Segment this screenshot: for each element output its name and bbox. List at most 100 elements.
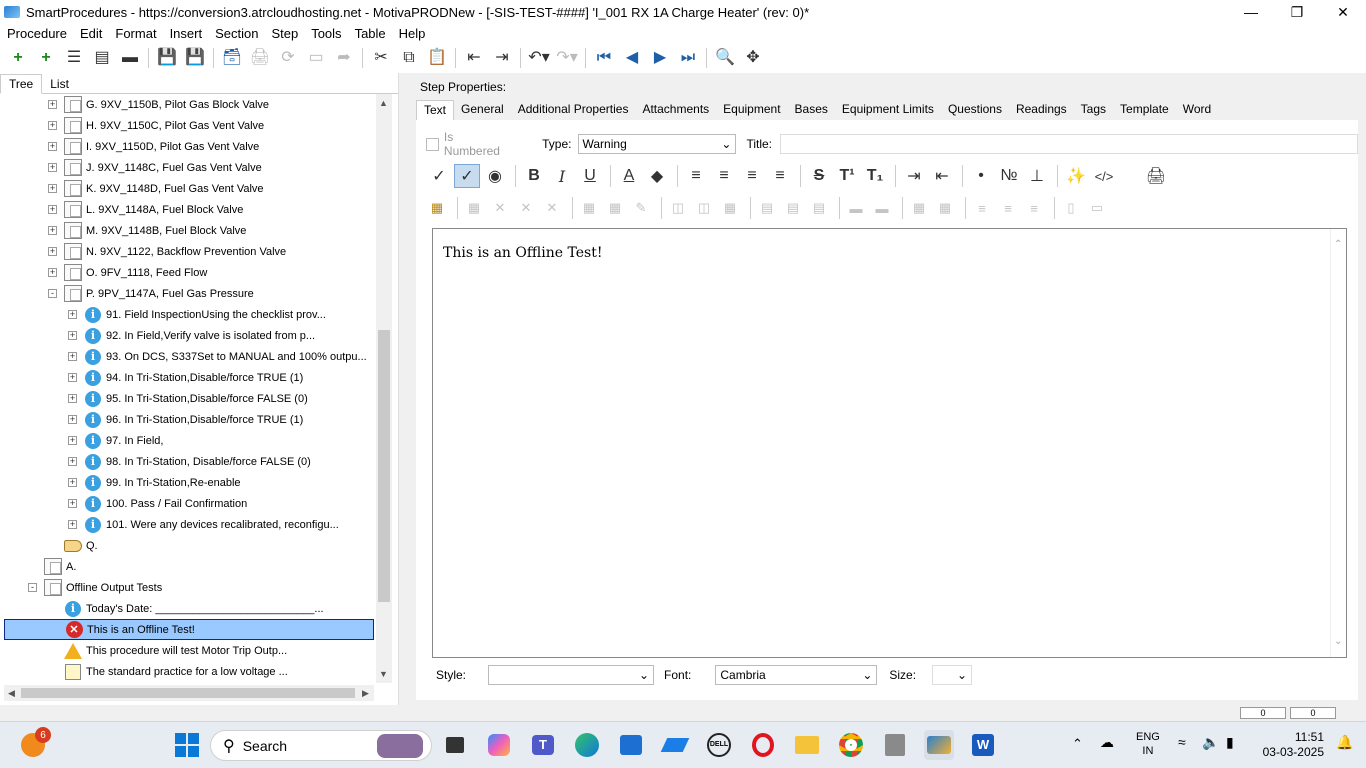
tree-node[interactable]: + i 95. In Tri-Station,Disable/force FALSE… — [4, 388, 308, 409]
procedure-tree[interactable]: + G. 9XV_1150B, Pilot Gas Block Valve + H. … — [4, 94, 376, 683]
smartprocedures-taskbar-icon[interactable] — [924, 730, 954, 760]
edge-icon[interactable] — [572, 730, 602, 760]
expand-icon[interactable]: + — [68, 436, 77, 445]
underline-icon[interactable]: U — [577, 164, 603, 188]
menu-tools[interactable]: Tools — [311, 26, 341, 41]
numbered-list-icon[interactable]: № — [996, 164, 1022, 188]
size-select[interactable]: ⌄ — [932, 665, 973, 685]
menu-format[interactable]: Format — [115, 26, 156, 41]
scroll-left-icon[interactable]: ◀ — [8, 688, 15, 699]
collapse-icon[interactable]: - — [48, 289, 57, 298]
volume-icon[interactable]: 🔈 — [1202, 734, 1219, 751]
first-icon[interactable]: ⏮ — [593, 47, 615, 69]
align-center-icon[interactable]: ≡ — [711, 164, 737, 188]
editor-content[interactable]: This is an Offline Test! — [443, 245, 603, 261]
expand-icon[interactable]: + — [48, 142, 57, 151]
word-icon[interactable]: W — [968, 730, 998, 760]
decrease-indent-icon[interactable]: ⇤ — [929, 164, 955, 188]
tab-tree[interactable]: Tree — [0, 74, 43, 94]
restore-button[interactable]: ❐ — [1274, 0, 1320, 24]
tree-node[interactable]: This procedure will test Motor Trip Outp… — [4, 640, 287, 661]
expand-icon[interactable]: + — [48, 205, 57, 214]
expand-icon[interactable]: + — [68, 394, 77, 403]
language-indicator[interactable]: ENG IN — [1136, 730, 1160, 758]
expand-icon[interactable]: + — [48, 268, 57, 277]
tree-node[interactable]: + N. 9XV_1122, Backflow Prevention Valve — [4, 241, 286, 262]
strikethrough-icon[interactable]: S — [806, 164, 832, 188]
menu-edit[interactable]: Edit — [80, 26, 102, 41]
insert-line-icon[interactable]: ⊥ — [1024, 164, 1050, 188]
bullet-list-icon[interactable]: • — [968, 164, 994, 188]
collapse-icon[interactable]: - — [28, 583, 37, 592]
expand-icon[interactable]: + — [48, 100, 57, 109]
align-left-icon[interactable]: ≡ — [683, 164, 709, 188]
tree-horizontal-scrollbar[interactable]: ◀ ▶ — [4, 685, 374, 701]
tree-node[interactable]: + i 96. In Tri-Station,Disable/force TRUE … — [4, 409, 303, 430]
is-numbered-checkbox[interactable] — [426, 137, 439, 151]
menu-section[interactable]: Section — [215, 26, 258, 41]
notifications-icon[interactable]: 🔔 — [1336, 734, 1353, 751]
tree-node[interactable]: + i 101. Were any devices recalibrated, re… — [4, 514, 339, 535]
tree-node[interactable]: + i 94. In Tri-Station,Disable/force TRUE … — [4, 367, 303, 388]
weather-icon[interactable]: 6 — [18, 727, 51, 760]
print-preview-icon[interactable]: 🖨 — [1143, 164, 1169, 188]
tab-bases[interactable]: Bases — [788, 100, 835, 120]
tab-template[interactable]: Template — [1113, 100, 1176, 120]
font-select[interactable]: Cambria ⌄ — [715, 665, 878, 685]
editor-scrollbar[interactable]: ⌃ ⌄ — [1330, 229, 1346, 657]
expand-icon[interactable]: + — [68, 520, 77, 529]
tree-node[interactable]: + i 99. In Tri-Station,Re-enable — [4, 472, 241, 493]
editor-scroll-up-icon[interactable]: ⌃ — [1334, 239, 1342, 250]
expand-icon[interactable]: + — [68, 457, 77, 466]
task-view-icon[interactable] — [440, 730, 470, 760]
menu-procedure[interactable]: Procedure — [7, 26, 67, 41]
preview-icon[interactable]: ▭ — [305, 47, 327, 69]
outdent-icon[interactable]: ⇤ — [463, 47, 485, 69]
rich-text-editor[interactable]: This is an Offline Test! ⌃ ⌄ — [432, 228, 1347, 658]
type-select[interactable]: Warning ⌄ — [577, 134, 737, 154]
expand-icon[interactable]: + — [68, 352, 77, 361]
list-multiple-icon[interactable]: ▤ — [91, 47, 113, 69]
previous-icon[interactable]: ◀ — [621, 47, 643, 69]
file-explorer-icon[interactable] — [792, 730, 822, 760]
scroll-up-icon[interactable]: ▲ — [379, 98, 388, 108]
chevron-up-icon[interactable]: ⌃ — [1072, 736, 1083, 752]
menu-step[interactable]: Step — [271, 26, 298, 41]
tab-attachments[interactable]: Attachments — [635, 100, 716, 120]
tree-node[interactable]: + O. 9FV_1118, Feed Flow — [4, 262, 207, 283]
cut-icon[interactable]: ✂ — [370, 47, 392, 69]
tab-equipment-limits[interactable]: Equipment Limits — [835, 100, 941, 120]
expand-icon[interactable]: + — [68, 415, 77, 424]
superscript-icon[interactable]: T¹ — [834, 164, 860, 188]
battery-icon[interactable]: ▮ — [1226, 734, 1234, 751]
expand-icon[interactable]: + — [68, 373, 77, 382]
tree-node[interactable]: + J. 9XV_1148C, Fuel Gas Vent Valve — [4, 157, 262, 178]
hscroll-thumb[interactable] — [21, 688, 355, 698]
expand-icon[interactable]: + — [68, 331, 77, 340]
store-icon[interactable] — [616, 730, 646, 760]
opera-icon[interactable] — [748, 730, 778, 760]
subscript-icon[interactable]: T₁ — [862, 164, 888, 188]
teams-icon[interactable]: T — [528, 730, 558, 760]
italic-icon[interactable]: I — [549, 164, 575, 188]
add-icon[interactable]: + — [7, 47, 29, 69]
justify-icon[interactable]: ≡ — [767, 164, 793, 188]
tree-node[interactable]: i Today's Date: _________________________… — [4, 598, 324, 619]
font-color-icon[interactable]: A — [616, 164, 642, 188]
editor-scroll-down-icon[interactable]: ⌄ — [1334, 636, 1342, 647]
insert-table-icon[interactable]: ▦ — [426, 198, 448, 218]
spellcheck-as-you-type-icon[interactable]: ✓ — [454, 164, 480, 188]
expand-icon[interactable]: + — [68, 310, 77, 319]
indent-icon[interactable]: ⇥ — [491, 47, 513, 69]
refresh-icon[interactable]: ⟳ — [277, 47, 299, 69]
export-icon[interactable]: 🗃 — [221, 47, 243, 69]
save-icon[interactable]: 💾 — [184, 47, 206, 69]
power-automate-icon[interactable] — [660, 730, 690, 760]
list-icon[interactable]: ☰ — [63, 47, 85, 69]
tab-readings[interactable]: Readings — [1009, 100, 1074, 120]
tree-node[interactable]: + i 91. Field InspectionUsing the checklis… — [4, 304, 326, 325]
tree-node[interactable]: + K. 9XV_1148D, Fuel Gas Vent Valve — [4, 178, 264, 199]
close-button[interactable]: ✕ — [1320, 0, 1366, 24]
pane-splitter[interactable] — [398, 73, 408, 705]
align-right-icon[interactable]: ≡ — [739, 164, 765, 188]
